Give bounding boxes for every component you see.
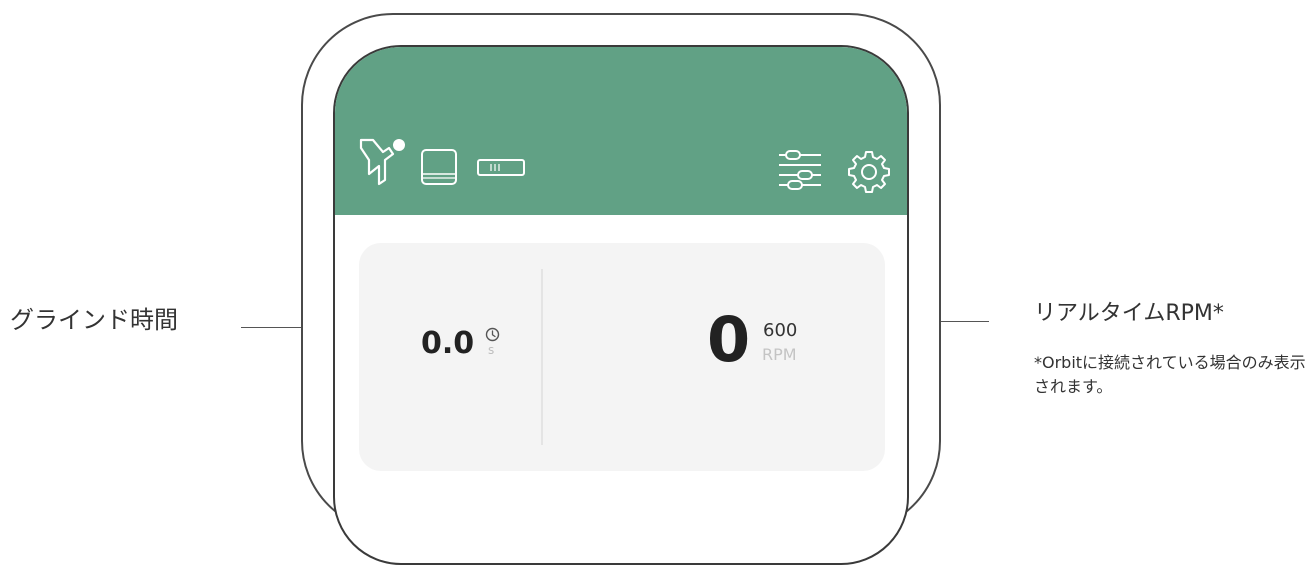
rpm-unit: RPM [762,345,797,364]
tablet-icon[interactable] [420,148,460,192]
grind-time-leader-line [241,327,301,328]
card-divider [541,269,543,445]
realtime-rpm-note: *Orbitに接続されている場合のみ表示されます。 [1034,353,1306,396]
grind-time-callout: グラインド時間 [10,306,178,334]
app-header [335,47,907,215]
grind-time-unit: s [488,343,495,357]
battery-icon [477,158,527,182]
grind-time-value: 0.0 [421,326,475,361]
sliders-icon[interactable] [778,149,822,197]
realtime-rpm-callout: リアルタイムRPM* [1034,301,1224,326]
rpm-target: 600 [763,320,798,341]
gear-icon[interactable] [847,149,891,197]
connection-status-icon[interactable] [359,136,409,190]
rpm-value: 0 [707,303,751,376]
status-card: 0.0 s 0 600 RPM [359,243,885,471]
realtime-rpm-leader-line [941,321,989,322]
phone-screen: 0.0 s 0 600 RPM [333,45,909,565]
